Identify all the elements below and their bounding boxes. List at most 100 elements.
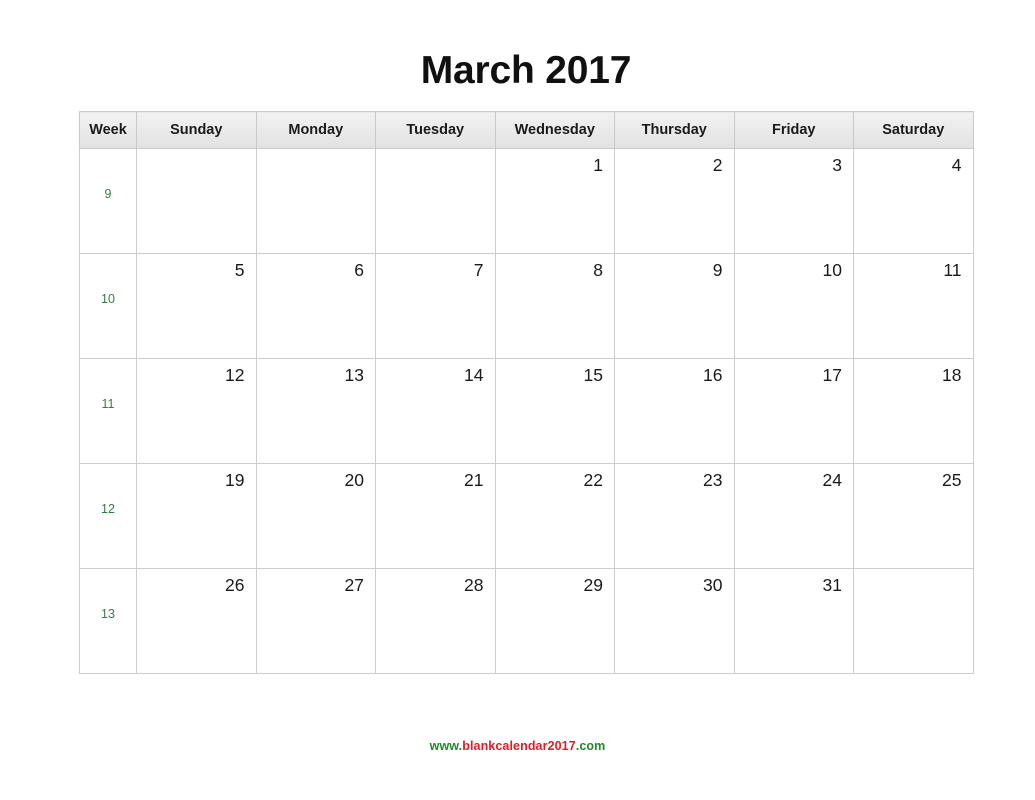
day-number: 10: [822, 260, 842, 280]
day-number: 17: [822, 365, 842, 385]
day-cell[interactable]: 8: [494, 253, 615, 359]
calendar-week-row: 9 1 2 3 4: [79, 148, 974, 254]
day-number: 30: [703, 575, 723, 595]
day-number: 14: [464, 365, 484, 385]
day-cell[interactable]: 9: [614, 253, 735, 359]
week-number-cell: 13: [79, 568, 137, 674]
column-header-wednesday: Wednesday: [494, 111, 615, 149]
day-cell[interactable]: 29: [494, 568, 615, 674]
day-cell[interactable]: 31: [733, 568, 854, 674]
day-number: 21: [464, 470, 484, 490]
day-cell-empty[interactable]: [255, 148, 376, 254]
day-number: [257, 149, 376, 155]
day-cell[interactable]: 14: [375, 358, 496, 464]
day-cell-empty[interactable]: [136, 148, 257, 254]
day-cell[interactable]: 22: [494, 463, 615, 569]
day-number: 31: [822, 575, 842, 595]
day-cell[interactable]: 17: [733, 358, 854, 464]
footer-tld: .com: [575, 739, 606, 753]
day-number: 18: [942, 365, 962, 385]
day-number: 12: [225, 365, 245, 385]
day-number: [137, 149, 256, 155]
day-cell[interactable]: 23: [614, 463, 735, 569]
week-number: 11: [101, 396, 115, 411]
column-header-thursday: Thursday: [614, 111, 735, 149]
day-cell[interactable]: 16: [614, 358, 735, 464]
day-cell[interactable]: 27: [255, 568, 376, 674]
calendar-week-row: 13 26 27 28 29 30 31: [79, 568, 974, 674]
day-cell[interactable]: 4: [853, 148, 974, 254]
day-number: [376, 149, 495, 155]
column-header-sunday: Sunday: [136, 111, 257, 149]
day-cell[interactable]: 30: [614, 568, 735, 674]
day-number: 13: [344, 365, 364, 385]
day-cell[interactable]: 28: [375, 568, 496, 674]
day-number: 25: [942, 470, 962, 490]
page-title: March 2017: [420, 49, 632, 92]
column-header-monday: Monday: [255, 111, 376, 149]
day-cell[interactable]: 6: [255, 253, 376, 359]
footer-prefix: www.: [429, 739, 463, 753]
column-header-friday: Friday: [733, 111, 854, 149]
week-number: 12: [101, 501, 115, 516]
day-cell[interactable]: 24: [733, 463, 854, 569]
day-cell-empty[interactable]: [853, 568, 974, 674]
day-number: [854, 569, 973, 575]
column-header-week: Week: [79, 111, 137, 149]
calendar-header-row: Week Sunday Monday Tuesday Wednesday Thursday…: [79, 111, 974, 149]
calendar-week-row: 10 5 6 7 8 9 10 11: [79, 253, 974, 359]
day-cell[interactable]: 20: [255, 463, 376, 569]
day-number: 29: [583, 575, 603, 595]
day-cell[interactable]: 10: [733, 253, 854, 359]
day-number: 1: [593, 155, 603, 175]
footer-website-link[interactable]: www.blankcalendar2017.com: [0, 738, 1035, 754]
day-number: 20: [344, 470, 364, 490]
week-number-cell: 9: [79, 148, 137, 254]
day-number: 7: [473, 260, 484, 280]
column-header-saturday: Saturday: [853, 111, 974, 149]
day-number: 15: [583, 365, 603, 385]
day-cell[interactable]: 12: [136, 358, 257, 464]
day-cell[interactable]: 13: [255, 358, 376, 464]
day-cell-empty[interactable]: [375, 148, 496, 254]
day-number: 2: [712, 155, 723, 175]
day-number: 8: [593, 260, 603, 280]
day-number: 11: [943, 260, 962, 280]
day-cell[interactable]: 3: [733, 148, 854, 254]
day-number: 5: [234, 260, 245, 280]
day-number: 22: [583, 470, 603, 490]
week-number-cell: 12: [79, 463, 137, 569]
calendar-week-row: 12 19 20 21 22 23 24 25: [79, 463, 974, 569]
day-cell[interactable]: 1: [494, 148, 615, 254]
day-number: 28: [464, 575, 484, 595]
calendar-page: March 2017 Week Sunday Monday Tuesday Wednes…: [0, 0, 1035, 800]
day-cell[interactable]: 15: [494, 358, 615, 464]
day-number: 26: [225, 575, 245, 595]
day-number: 4: [951, 155, 962, 175]
week-number: 9: [104, 186, 112, 201]
day-number: 23: [703, 470, 723, 490]
day-cell[interactable]: 5: [136, 253, 257, 359]
day-cell[interactable]: 18: [853, 358, 974, 464]
day-cell[interactable]: 26: [136, 568, 257, 674]
day-number: 27: [344, 575, 364, 595]
calendar-table: Week Sunday Monday Tuesday Wednesday Thursday…: [79, 111, 974, 674]
week-number-cell: 10: [79, 253, 137, 359]
day-cell[interactable]: 21: [375, 463, 496, 569]
day-number: 24: [822, 470, 842, 490]
week-number: 10: [101, 291, 115, 306]
week-number-cell: 11: [79, 358, 137, 464]
day-number: 9: [712, 260, 723, 280]
day-number: 3: [832, 155, 842, 175]
day-cell[interactable]: 25: [853, 463, 974, 569]
calendar-body: 9 1 2 3 4 10 5 6 7 8 9 10 11 11 12 13 14 15 16 17 18 12 19 20 21…: [79, 148, 974, 674]
day-number: 19: [225, 470, 245, 490]
day-cell[interactable]: 11: [853, 253, 974, 359]
day-cell[interactable]: 7: [375, 253, 496, 359]
day-cell[interactable]: 19: [136, 463, 257, 569]
column-header-tuesday: Tuesday: [375, 111, 496, 149]
day-cell[interactable]: 2: [614, 148, 735, 254]
week-number: 13: [101, 606, 115, 621]
calendar-week-row: 11 12 13 14 15 16 17 18: [79, 358, 974, 464]
day-number: 6: [354, 260, 364, 280]
